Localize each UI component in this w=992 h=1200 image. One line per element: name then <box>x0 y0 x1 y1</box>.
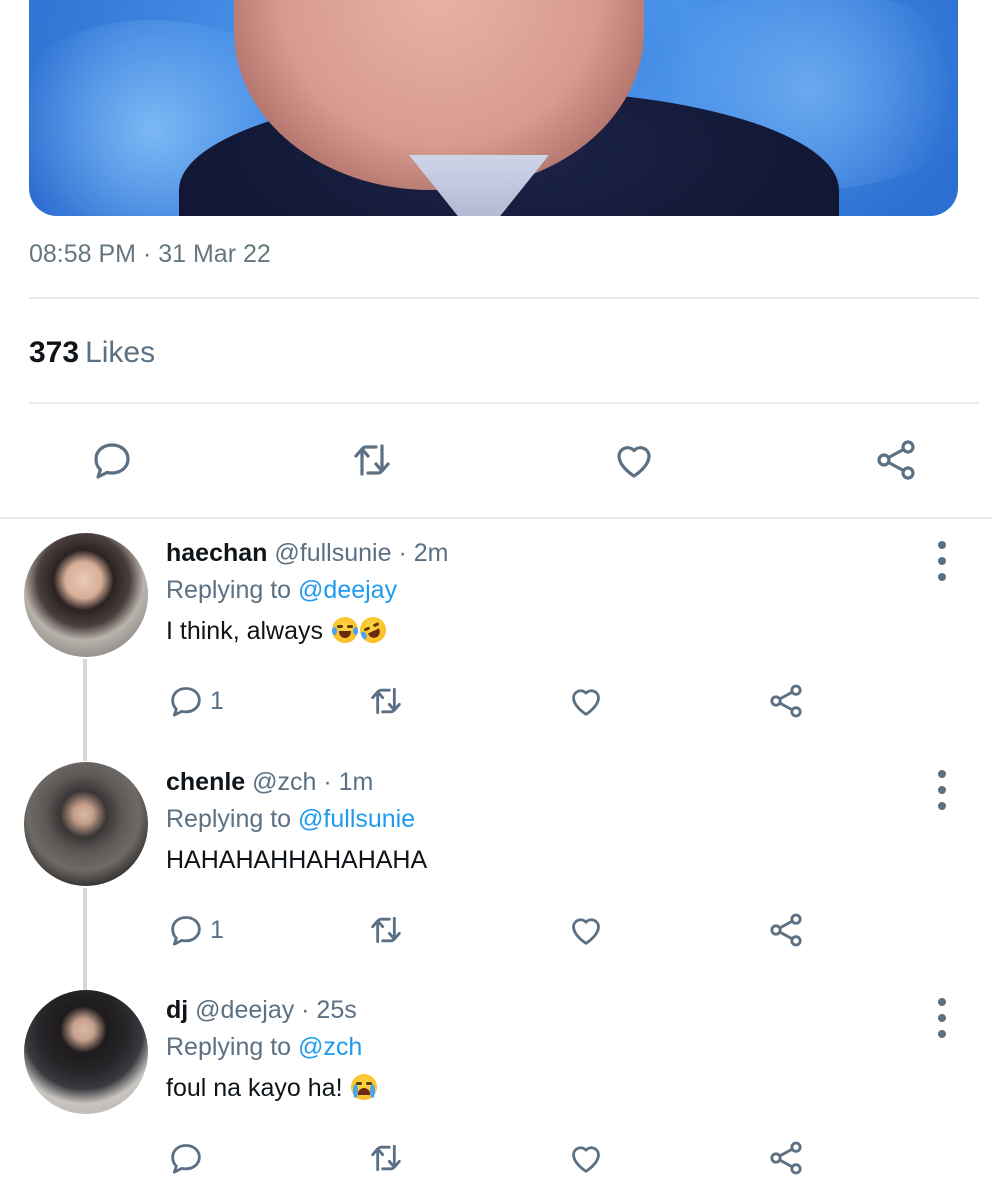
share-icon <box>770 684 802 718</box>
reply-icon <box>171 687 201 717</box>
reply-count: 1 <box>210 686 224 715</box>
reply-header: dj @deejay · 25s <box>166 996 906 1025</box>
reply-icon <box>94 443 130 479</box>
share-button[interactable] <box>766 908 806 952</box>
heart-icon <box>572 918 600 945</box>
like-button[interactable] <box>566 679 606 723</box>
retweet-icon <box>371 687 401 715</box>
heart-icon <box>572 689 600 716</box>
reply-count: 1 <box>210 915 224 944</box>
handle-time: @zch · 1m <box>252 768 374 796</box>
share-icon <box>770 1141 802 1175</box>
replying-to: Replying to @zch <box>166 1033 906 1062</box>
heart-icon <box>572 1146 600 1173</box>
retweet-icon <box>371 1144 401 1172</box>
replying-to: Replying to @deejay <box>166 576 906 605</box>
tweet-timestamp[interactable]: 08:58 PM · 31 Mar 22 <box>29 240 271 269</box>
more-options-button[interactable] <box>930 770 954 810</box>
reply-text-content: HAHAHAHHAHAHAHA <box>166 846 428 874</box>
share-button[interactable] <box>766 1136 806 1180</box>
retweet-button[interactable] <box>366 1136 406 1180</box>
retweet-button[interactable] <box>366 679 406 723</box>
reply-header: chenle @zch · 1m <box>166 768 906 797</box>
reply-header: haechan @fullsunie · 2m <box>166 539 906 568</box>
rolling-on-the-floor-laughing-icon <box>355 612 391 648</box>
replying-prefix: Replying to <box>166 805 292 833</box>
reply-text: I think, always <box>166 612 906 648</box>
reply-tweet[interactable]: haechan @fullsunie · 2m Replying to @dee… <box>0 533 992 763</box>
loudly-crying-face-icon <box>351 1074 378 1100</box>
likes-label: Likes <box>85 336 156 369</box>
replying-prefix: Replying to <box>166 1033 292 1061</box>
reply-actions: 1 <box>0 908 992 952</box>
reply-button[interactable]: 1 <box>166 908 224 952</box>
reply-text: foul na kayo ha! <box>166 1074 906 1103</box>
reply-tweet[interactable]: chenle @zch · 1m Replying to @fullsunie … <box>0 762 992 992</box>
reply-text-content: I think, always <box>166 617 324 645</box>
share-button[interactable] <box>766 679 806 723</box>
like-button[interactable] <box>566 1136 606 1180</box>
replying-handle-link[interactable]: @deejay <box>298 576 397 604</box>
reply-button[interactable]: 1 <box>166 679 224 723</box>
reply-actions: 1 <box>0 679 992 723</box>
retweet-icon <box>371 916 401 944</box>
avatar[interactable] <box>24 762 148 886</box>
tweet-action-bar <box>0 430 992 490</box>
reply-icon <box>171 916 201 946</box>
replying-to: Replying to @fullsunie <box>166 805 906 834</box>
avatar[interactable] <box>24 533 148 657</box>
share-icon <box>877 440 915 480</box>
replying-prefix: Replying to <box>166 576 292 604</box>
handle-time: @fullsunie · 2m <box>274 539 449 567</box>
display-name[interactable]: chenle <box>166 768 245 796</box>
retweet-icon <box>354 444 390 476</box>
likes-count: 373 <box>29 336 80 369</box>
display-name[interactable]: haechan <box>166 539 267 567</box>
tweet-media-image[interactable] <box>29 0 958 216</box>
like-button[interactable] <box>604 430 664 490</box>
more-options-button[interactable] <box>930 998 954 1038</box>
heart-icon <box>617 446 651 478</box>
reply-tweet[interactable]: dj @deejay · 25s Replying to @zch foul n… <box>0 990 992 1200</box>
reply-body: haechan @fullsunie · 2m Replying to @dee… <box>166 539 906 648</box>
replying-handle-link[interactable]: @zch <box>298 1033 362 1061</box>
retweet-button[interactable] <box>366 908 406 952</box>
reply-text: HAHAHAHHAHAHAHA <box>166 846 906 875</box>
reply-body: dj @deejay · 25s Replying to @zch foul n… <box>166 996 906 1103</box>
likes-summary[interactable]: 373 Likes <box>29 336 155 370</box>
reply-icon <box>171 1144 201 1174</box>
reply-text-content: foul na kayo ha! <box>166 1074 343 1102</box>
more-options-button[interactable] <box>930 541 954 581</box>
face-with-tears-of-joy-icon <box>331 617 358 643</box>
divider <box>0 517 992 519</box>
share-icon <box>770 913 802 947</box>
display-name[interactable]: dj <box>166 996 188 1024</box>
reply-button[interactable] <box>166 1136 210 1180</box>
handle-time: @deejay · 25s <box>195 996 357 1024</box>
replying-handle-link[interactable]: @fullsunie <box>298 805 415 833</box>
divider <box>29 297 979 299</box>
like-button[interactable] <box>566 908 606 952</box>
avatar[interactable] <box>24 990 148 1114</box>
reply-button[interactable] <box>82 430 142 490</box>
reply-actions <box>0 1136 992 1180</box>
share-button[interactable] <box>866 430 926 490</box>
retweet-button[interactable] <box>342 430 402 490</box>
divider <box>29 402 979 404</box>
reply-body: chenle @zch · 1m Replying to @fullsunie … <box>166 768 906 875</box>
